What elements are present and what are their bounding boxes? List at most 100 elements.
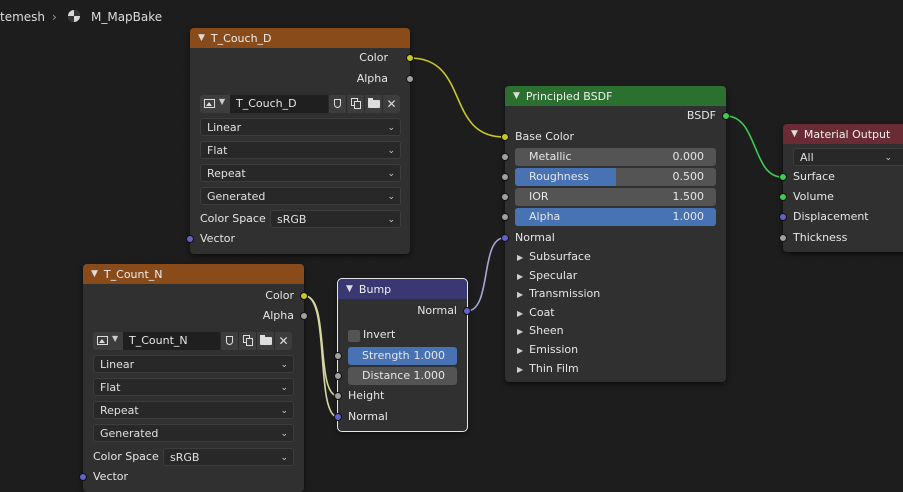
output-color-socket[interactable]: [406, 54, 414, 62]
open-image-folder-icon[interactable]: [256, 332, 274, 350]
color-space-dropdown[interactable]: sRGB ⌄: [270, 210, 401, 228]
node-header[interactable]: ▼ Principled BSDF: [505, 86, 726, 106]
grid-dot: [37, 205, 39, 207]
input-vector-socket[interactable]: [79, 473, 87, 481]
image-name-field[interactable]: T_Count_N: [123, 332, 220, 350]
node-header[interactable]: ▼ T_Count_N: [83, 264, 304, 284]
bump-node[interactable]: ▼ Bump Normal Invert Strength 1.000 Dista…: [334, 278, 471, 432]
principled-bsdf-node[interactable]: ▼ Principled BSDF BSDF Base Color Metalli…: [501, 86, 730, 382]
duplicate-image-icon[interactable]: [346, 95, 364, 113]
node-header[interactable]: ▼ Bump: [338, 279, 467, 299]
collapse-chevron-icon[interactable]: ▼: [91, 269, 98, 279]
color-space-label: Color Space: [200, 212, 266, 225]
extension-dropdown[interactable]: Repeat ⌄: [93, 401, 294, 419]
input-height-socket[interactable]: [334, 392, 342, 400]
input-displacement-socket[interactable]: [779, 213, 787, 221]
extension-dropdown[interactable]: Repeat ⌄: [200, 164, 401, 182]
projection-dropdown[interactable]: Flat ⌄: [93, 378, 294, 396]
open-image-folder-icon[interactable]: [364, 95, 382, 113]
panel-transmission[interactable]: ▶ Transmission: [517, 285, 600, 303]
panel-subsurface[interactable]: ▶ Subsurface: [517, 248, 591, 266]
output-bsdf-socket[interactable]: [722, 112, 730, 120]
metallic-field[interactable]: Metallic 0.000: [515, 148, 716, 166]
duplicate-image-icon[interactable]: [238, 332, 256, 350]
input-vector-socket[interactable]: [186, 235, 194, 243]
unlink-image-close-icon[interactable]: ✕: [382, 95, 400, 113]
output-alpha-socket[interactable]: [406, 75, 414, 83]
render-target-dropdown[interactable]: All ⌄: [793, 148, 903, 166]
unlink-image-close-icon[interactable]: ✕: [274, 332, 292, 350]
material-output-node[interactable]: ▼ Material Output All ⌄ Surface Volume Dis…: [779, 124, 903, 252]
input-metallic-socket[interactable]: [501, 153, 509, 161]
strength-field[interactable]: Strength 1.000: [348, 347, 457, 365]
output-color-socket[interactable]: [300, 292, 308, 300]
grid-dot: [9, 317, 11, 319]
image-name-field[interactable]: T_Couch_D: [230, 95, 328, 113]
grid-dot: [177, 65, 179, 67]
grid-dot: [821, 485, 823, 487]
grid-dot: [765, 261, 767, 263]
panel-thin-film[interactable]: ▶ Thin Film: [517, 360, 579, 378]
grid-dot: [93, 65, 95, 67]
input-roughness-socket[interactable]: [501, 173, 509, 181]
input-strength-socket[interactable]: [334, 352, 342, 360]
interpolation-dropdown[interactable]: Linear ⌄: [93, 355, 294, 373]
invert-checkbox[interactable]: [348, 330, 360, 342]
panel-sheen[interactable]: ▶ Sheen: [517, 322, 564, 340]
alpha-field[interactable]: Alpha 1.000: [515, 208, 716, 226]
grid-dot: [149, 233, 151, 235]
image-texture-node-count[interactable]: ▼ T_Count_N Color Alpha ▼ T_Count_N ✕ Lin…: [79, 264, 308, 492]
output-normal-socket[interactable]: [463, 307, 471, 315]
panel-specular[interactable]: ▶ Specular: [517, 267, 577, 285]
image-selector[interactable]: ▼ T_Count_N ✕: [93, 332, 292, 350]
node-header[interactable]: ▼ T_Couch_D: [190, 28, 410, 48]
collapse-chevron-icon[interactable]: ▼: [791, 129, 798, 139]
image-browse-button[interactable]: ▼: [93, 332, 123, 350]
grid-dot: [541, 457, 543, 459]
grid-dot: [793, 289, 795, 291]
grid-dot: [653, 429, 655, 431]
input-ior-socket[interactable]: [501, 193, 509, 201]
grid-dot: [821, 65, 823, 67]
grid-dot: [737, 401, 739, 403]
input-surface-socket[interactable]: [779, 173, 787, 181]
breadcrumb-material[interactable]: M_MapBake: [91, 10, 162, 24]
input-normal-socket[interactable]: [501, 234, 509, 242]
breadcrumb-object[interactable]: temesh: [0, 10, 45, 24]
input-alpha-socket[interactable]: [501, 213, 509, 221]
node-title: Material Output: [803, 127, 891, 141]
grid-dot: [793, 261, 795, 263]
roughness-field[interactable]: Roughness 0.500: [515, 168, 716, 186]
grid-dot: [877, 261, 879, 263]
input-thickness-socket[interactable]: [779, 234, 787, 242]
image-selector[interactable]: ▼ T_Couch_D ✕: [200, 95, 400, 113]
input-distance-socket[interactable]: [334, 372, 342, 380]
collapse-chevron-icon[interactable]: ▼: [513, 91, 520, 101]
image-browse-button[interactable]: ▼: [200, 95, 230, 113]
source-dropdown[interactable]: Generated ⌄: [200, 187, 401, 205]
input-normal-socket[interactable]: [334, 413, 342, 421]
expand-chevron-icon: ▶: [517, 271, 524, 281]
panel-coat[interactable]: ▶ Coat: [517, 304, 555, 322]
grid-dot: [625, 485, 627, 487]
grid-dot: [9, 289, 11, 291]
distance-field[interactable]: Distance 1.000: [348, 367, 457, 385]
projection-dropdown[interactable]: Flat ⌄: [200, 141, 401, 159]
node-header[interactable]: ▼ Material Output: [783, 124, 903, 144]
collapse-chevron-icon[interactable]: ▼: [346, 284, 353, 294]
interpolation-dropdown[interactable]: Linear ⌄: [200, 118, 401, 136]
grid-dot: [513, 65, 515, 67]
collapse-chevron-icon[interactable]: ▼: [198, 33, 205, 43]
fake-user-shield-icon[interactable]: [328, 95, 346, 113]
grid-dot: [625, 457, 627, 459]
image-texture-node-couch[interactable]: ▼ T_Couch_D Color Alpha ▼ T_Couch_D ✕ Lin…: [186, 28, 414, 254]
grid-dot: [569, 37, 571, 39]
output-alpha-socket[interactable]: [300, 312, 308, 320]
fake-user-shield-icon[interactable]: [220, 332, 238, 350]
ior-field[interactable]: IOR 1.500: [515, 188, 716, 206]
color-space-dropdown[interactable]: sRGB ⌄: [163, 448, 294, 466]
input-volume-socket[interactable]: [779, 193, 787, 201]
source-dropdown[interactable]: Generated ⌄: [93, 424, 294, 442]
input-base-color-socket[interactable]: [501, 133, 509, 141]
panel-emission[interactable]: ▶ Emission: [517, 341, 578, 359]
